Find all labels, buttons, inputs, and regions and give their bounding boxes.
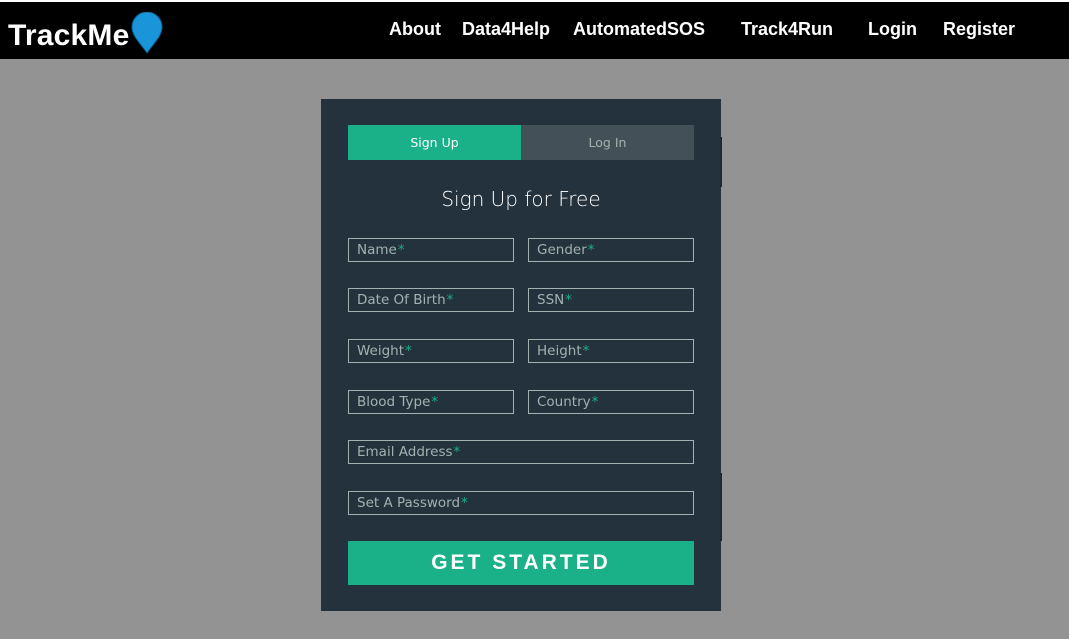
tab-sign-up[interactable]: Sign Up xyxy=(348,125,521,160)
date-of-birth-field[interactable]: Date Of Birth * xyxy=(348,288,514,312)
nav-about[interactable]: About xyxy=(389,19,441,40)
height-field[interactable]: Height * xyxy=(528,339,694,363)
signup-form-card: Sign Up Log In Sign Up for Free Name * Ge… xyxy=(321,99,721,611)
required-marker: * xyxy=(565,292,572,308)
nav-register[interactable]: Register xyxy=(943,19,1015,40)
email-placeholder: Email Address xyxy=(357,444,453,460)
logo[interactable]: TrackMe xyxy=(8,10,163,62)
blood-type-placeholder: Blood Type xyxy=(357,394,431,410)
card-edge-accent xyxy=(720,473,722,541)
country-placeholder: Country xyxy=(537,394,591,410)
dob-placeholder: Date Of Birth xyxy=(357,292,446,308)
password-field[interactable]: Set A Password * xyxy=(348,491,694,515)
ssn-field[interactable]: SSN * xyxy=(528,288,694,312)
form-tabs: Sign Up Log In xyxy=(348,125,694,160)
weight-placeholder: Weight xyxy=(357,343,405,359)
form-title: Sign Up for Free xyxy=(441,187,601,211)
name-placeholder: Name xyxy=(357,242,397,258)
required-marker: * xyxy=(582,343,590,359)
password-placeholder: Set A Password xyxy=(357,495,461,511)
weight-field[interactable]: Weight * xyxy=(348,339,514,363)
blood-type-field[interactable]: Blood Type * xyxy=(348,390,514,414)
nav-track4run[interactable]: Track4Run xyxy=(741,19,833,40)
top-navbar: TrackMe About Data4Help AutomatedSOS Tra… xyxy=(0,0,1069,59)
height-placeholder: Height xyxy=(537,343,582,359)
ssn-placeholder: SSN xyxy=(537,292,565,308)
country-field[interactable]: Country * xyxy=(528,390,694,414)
required-marker: * xyxy=(587,242,595,258)
required-marker: * xyxy=(461,495,468,511)
required-marker: * xyxy=(431,394,439,410)
gender-placeholder: Gender xyxy=(537,242,587,258)
required-marker: * xyxy=(591,394,599,410)
gender-field[interactable]: Gender * xyxy=(528,238,694,262)
required-marker: * xyxy=(405,343,412,359)
nav-login[interactable]: Login xyxy=(868,19,917,40)
nav-data4help[interactable]: Data4Help xyxy=(462,19,550,40)
nav-automatedsos[interactable]: AutomatedSOS xyxy=(573,19,705,40)
tab-log-in[interactable]: Log In xyxy=(521,125,694,160)
required-marker: * xyxy=(397,242,405,258)
map-pin-icon xyxy=(131,11,163,62)
card-edge-accent xyxy=(720,137,722,187)
required-marker: * xyxy=(453,444,461,460)
required-marker: * xyxy=(446,292,454,308)
logo-text: TrackMe xyxy=(8,19,130,52)
get-started-button[interactable]: GET STARTED xyxy=(348,541,694,585)
email-field[interactable]: Email Address * xyxy=(348,440,694,464)
name-field[interactable]: Name * xyxy=(348,238,514,262)
